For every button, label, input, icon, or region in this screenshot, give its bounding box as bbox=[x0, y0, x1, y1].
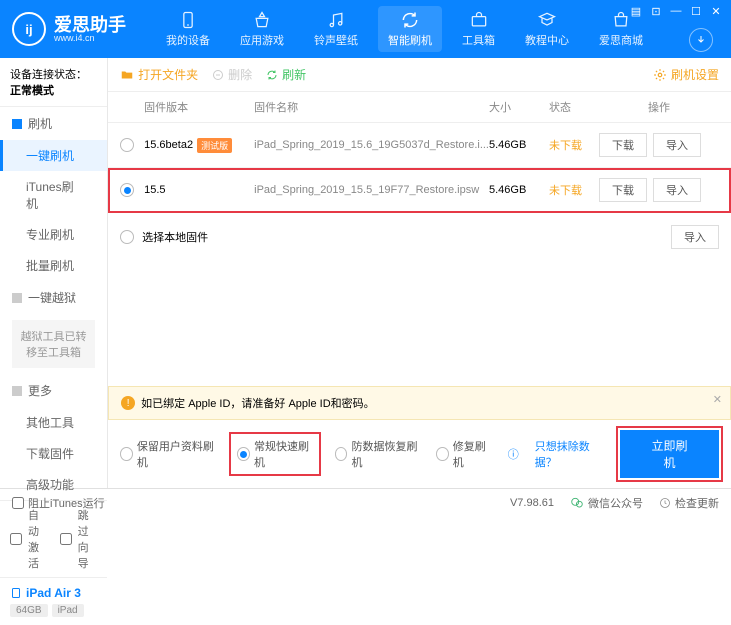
statusbar: 阻止iTunes运行 V7.98.61 微信公众号 检查更新 bbox=[0, 488, 731, 516]
wechat-link[interactable]: 微信公众号 bbox=[570, 495, 643, 511]
sidebar: 设备连接状态：正常模式 刷机 一键刷机 iTunes刷机 专业刷机 批量刷机 一… bbox=[0, 58, 108, 488]
toolbar: 打开文件夹 删除 刷新 刷机设置 bbox=[108, 58, 731, 92]
block-itunes-checkbox[interactable]: 阻止iTunes运行 bbox=[12, 495, 105, 511]
local-firmware-radio[interactable] bbox=[120, 230, 134, 244]
check-update-link[interactable]: 检查更新 bbox=[659, 495, 719, 511]
flash-now-button[interactable]: 立即刷机 bbox=[620, 430, 719, 478]
download-button[interactable]: 下载 bbox=[599, 178, 647, 202]
auto-activate-checkbox[interactable] bbox=[10, 533, 22, 545]
warning-icon: ! bbox=[121, 396, 135, 410]
device-info[interactable]: iPad Air 3 64GBiPad bbox=[0, 577, 107, 625]
flash-settings-button[interactable]: 刷机设置 bbox=[653, 66, 719, 83]
firmware-row[interactable]: 15.6beta2测试版 iPad_Spring_2019_15.6_19G50… bbox=[108, 123, 731, 168]
lock-icon[interactable]: ⊡ bbox=[649, 4, 663, 18]
sidebar-group-flash[interactable]: 刷机 bbox=[0, 107, 107, 140]
delete-button: 删除 bbox=[212, 66, 252, 83]
sidebar-item-pro-flash[interactable]: 专业刷机 bbox=[0, 219, 107, 250]
appleid-warning: ! 如已绑定 Apple ID，请准备好 Apple ID和密码。 ✕ bbox=[108, 386, 731, 420]
help-icon[interactable]: ⓘ bbox=[508, 446, 519, 462]
firmware-radio[interactable] bbox=[120, 138, 134, 152]
logo-icon: ij bbox=[12, 12, 46, 46]
nav-flash[interactable]: 智能刷机 bbox=[378, 6, 442, 52]
beta-badge: 测试版 bbox=[197, 138, 232, 153]
sidebar-item-batch-flash[interactable]: 批量刷机 bbox=[0, 250, 107, 281]
download-button[interactable]: 下载 bbox=[599, 133, 647, 157]
nav-toolbox[interactable]: 工具箱 bbox=[452, 6, 505, 52]
jailbreak-moved-note: 越狱工具已转移至工具箱 bbox=[12, 320, 95, 368]
firmware-row[interactable]: 15.5 iPad_Spring_2019_15.5_19F77_Restore… bbox=[108, 168, 731, 213]
open-folder-button[interactable]: 打开文件夹 bbox=[120, 66, 198, 83]
close-warning-icon[interactable]: ✕ bbox=[713, 393, 722, 406]
connection-status: 设备连接状态：正常模式 bbox=[0, 58, 107, 107]
erase-only-link[interactable]: 只想抹除数据？ bbox=[535, 438, 604, 470]
firmware-table-header: 固件版本 固件名称 大小 状态 操作 bbox=[108, 92, 731, 123]
firmware-radio[interactable] bbox=[120, 183, 134, 197]
top-nav: 我的设备 应用游戏 铃声壁纸 智能刷机 工具箱 教程中心 爱思商城 bbox=[156, 6, 653, 52]
update-icon bbox=[659, 497, 671, 509]
flash-mode-options: 保留用户资料刷机 常规快速刷机 防数据恢复刷机 修复刷机 ⓘ 只想抹除数据？ 立… bbox=[108, 420, 731, 488]
mode-anti-recovery[interactable]: 防数据恢复刷机 bbox=[335, 438, 420, 470]
import-button[interactable]: 导入 bbox=[653, 133, 701, 157]
import-button[interactable]: 导入 bbox=[653, 178, 701, 202]
local-firmware-row[interactable]: 选择本地固件 导入 bbox=[108, 213, 731, 261]
menu-icon[interactable]: ▤ bbox=[629, 4, 643, 18]
window-controls: ▤ ⊡ — ☐ ✕ bbox=[629, 4, 723, 18]
skip-guide-checkbox[interactable] bbox=[60, 533, 72, 545]
device-storage-tag: 64GB bbox=[10, 604, 48, 617]
app-logo: ij 爱思助手 www.i4.cn bbox=[12, 12, 126, 46]
nav-my-device[interactable]: 我的设备 bbox=[156, 6, 220, 52]
nav-apps[interactable]: 应用游戏 bbox=[230, 6, 294, 52]
sidebar-item-other-tools[interactable]: 其他工具 bbox=[0, 407, 107, 438]
device-type-tag: iPad bbox=[52, 604, 84, 617]
app-url: www.i4.cn bbox=[54, 34, 126, 43]
sidebar-item-oneclick-flash[interactable]: 一键刷机 bbox=[0, 140, 107, 171]
sidebar-group-more[interactable]: 更多 bbox=[0, 374, 107, 407]
close-icon[interactable]: ✕ bbox=[709, 4, 723, 18]
nav-tutorials[interactable]: 教程中心 bbox=[515, 6, 579, 52]
app-name: 爱思助手 bbox=[54, 16, 126, 34]
sidebar-group-jailbreak[interactable]: 一键越狱 bbox=[0, 281, 107, 314]
import-button[interactable]: 导入 bbox=[671, 225, 719, 249]
download-manager-icon[interactable] bbox=[689, 28, 713, 52]
refresh-button[interactable]: 刷新 bbox=[266, 66, 306, 83]
sidebar-options-row: 自动激活 跳过向导 bbox=[0, 500, 107, 577]
titlebar: ij 爱思助手 www.i4.cn 我的设备 应用游戏 铃声壁纸 智能刷机 工具… bbox=[0, 0, 731, 58]
sidebar-item-itunes-flash[interactable]: iTunes刷机 bbox=[0, 171, 107, 219]
mode-repair[interactable]: 修复刷机 bbox=[436, 438, 492, 470]
nav-ringtones[interactable]: 铃声壁纸 bbox=[304, 6, 368, 52]
mode-normal-fast[interactable]: 常规快速刷机 bbox=[231, 434, 318, 474]
minimize-icon[interactable]: — bbox=[669, 4, 683, 18]
maximize-icon[interactable]: ☐ bbox=[689, 4, 703, 18]
main-panel: 打开文件夹 删除 刷新 刷机设置 固件版本 固件名称 大小 状态 操作 15.6… bbox=[108, 58, 731, 488]
version-label: V7.98.61 bbox=[510, 497, 554, 509]
sidebar-item-download-firmware[interactable]: 下载固件 bbox=[0, 438, 107, 469]
wechat-icon bbox=[570, 496, 584, 510]
mode-keep-data[interactable]: 保留用户资料刷机 bbox=[120, 438, 215, 470]
